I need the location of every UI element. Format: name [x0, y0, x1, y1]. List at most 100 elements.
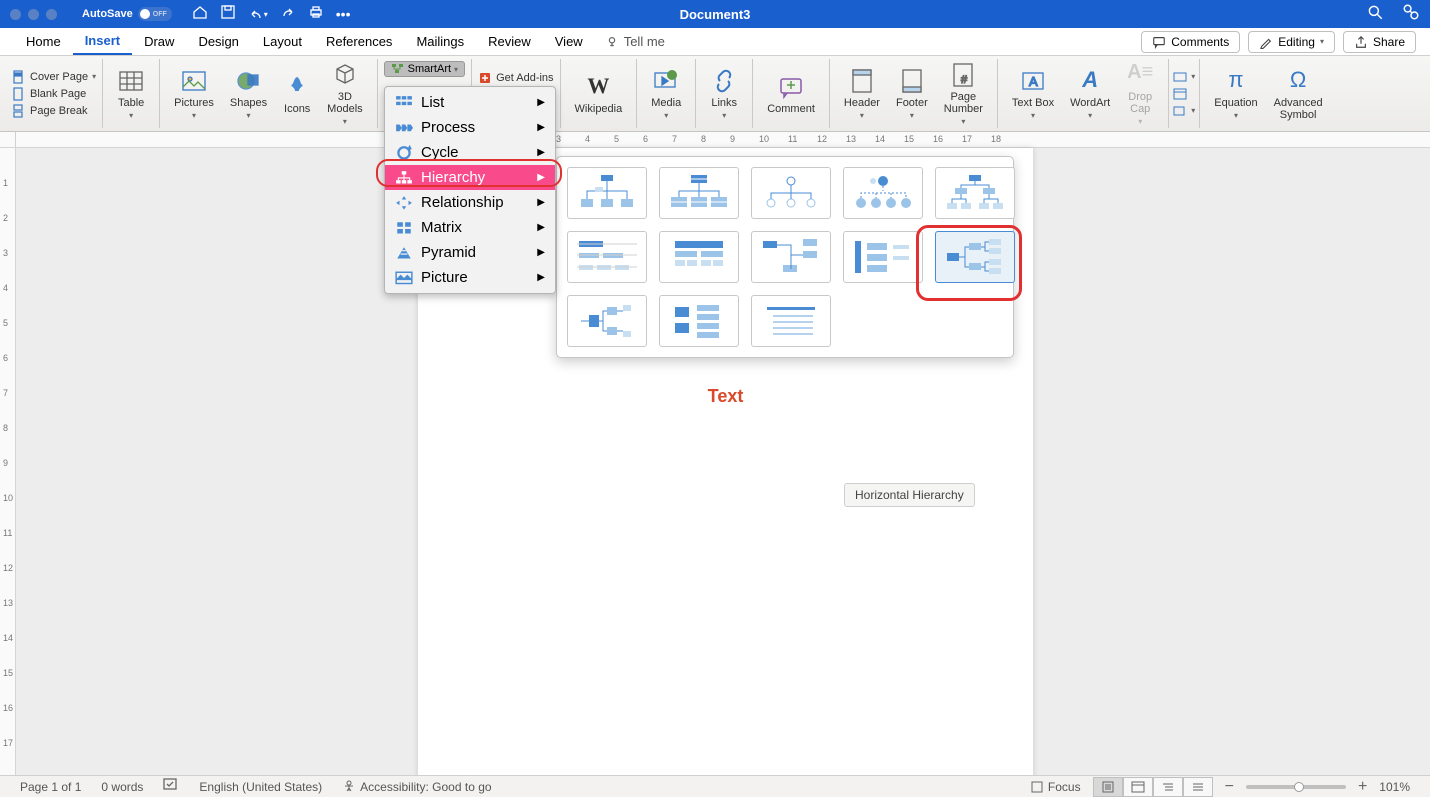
zoom-level[interactable]: 101%	[1379, 780, 1410, 794]
vertical-ruler[interactable]: 123 456 789 101112 131415 1617	[0, 148, 16, 775]
get-addins-button[interactable]: Get Add-ins	[478, 71, 553, 85]
gallery-table-hierarchy[interactable]	[659, 231, 739, 283]
menu-hierarchy[interactable]: Hierarchy▶	[385, 165, 555, 190]
status-bar: Page 1 of 1 0 words English (United Stat…	[0, 775, 1430, 797]
gallery-labeled-hierarchy[interactable]	[567, 231, 647, 283]
symbol-button[interactable]: ΩAdvanced Symbol	[1266, 65, 1331, 123]
tab-review[interactable]: Review	[476, 28, 543, 55]
icons-button[interactable]: Icons	[275, 59, 319, 128]
save-icon[interactable]	[220, 4, 236, 25]
links-button[interactable]: Links▾	[702, 65, 746, 122]
gallery-horizontal-org-chart[interactable]	[751, 231, 831, 283]
outline-view[interactable]	[1153, 777, 1183, 797]
process-icon	[395, 120, 413, 136]
tab-design[interactable]: Design	[186, 28, 250, 55]
gallery-horizontal-labeled-hierarchy[interactable]	[567, 295, 647, 347]
wikipedia-button[interactable]: WWikipedia	[567, 71, 631, 117]
maximize-window-button[interactable]	[46, 9, 57, 20]
tab-home[interactable]: Home	[14, 28, 73, 55]
page-number-button[interactable]: #Page Number▾	[936, 59, 991, 128]
pyramid-icon	[395, 245, 413, 261]
date-time-button[interactable]	[1173, 87, 1187, 101]
comment-button[interactable]: Comment	[759, 71, 823, 117]
language-status[interactable]: English (United States)	[199, 780, 322, 794]
footer-button[interactable]: Footer▾	[888, 59, 936, 128]
zoom-in-button[interactable]: +	[1358, 778, 1367, 796]
hierarchy-gallery	[556, 156, 1014, 358]
gallery-organization-chart[interactable]	[567, 167, 647, 219]
zoom-out-button[interactable]: −	[1225, 778, 1234, 796]
ribbon: Cover Page▾ Blank Page Page Break Table▾…	[0, 56, 1430, 132]
3d-models-button[interactable]: 3D Models▾	[319, 59, 370, 128]
text-box-button[interactable]: AText Box▾	[1004, 59, 1062, 128]
ribbon-tabs: Home Insert Draw Design Layout Reference…	[0, 28, 1430, 56]
menu-cycle[interactable]: Cycle▶	[385, 140, 555, 165]
tab-mailings[interactable]: Mailings	[404, 28, 476, 55]
minimize-window-button[interactable]	[28, 9, 39, 20]
window-controls	[10, 9, 57, 20]
blank-page-button[interactable]: Blank Page	[12, 87, 86, 101]
gallery-half-circle-org[interactable]	[751, 167, 831, 219]
gallery-circle-picture-hierarchy[interactable]	[843, 167, 923, 219]
comments-button[interactable]: Comments	[1141, 31, 1240, 53]
smartart-button[interactable]: SmartArt▾	[384, 61, 465, 77]
page-status[interactable]: Page 1 of 1	[20, 780, 81, 794]
accessibility-status[interactable]: Accessibility: Good to go	[342, 780, 491, 794]
smartart-menu: List▶ Process▶ Cycle▶ Hierarchy▶ Relatio…	[384, 86, 556, 294]
tell-me-search[interactable]: Tell me	[605, 34, 665, 49]
cycle-icon	[395, 145, 413, 161]
header-button[interactable]: Header▾	[836, 59, 888, 128]
menu-relationship[interactable]: Relationship▶	[385, 190, 555, 215]
equation-button[interactable]: πEquation▾	[1206, 65, 1265, 123]
media-button[interactable]: Media▾	[643, 65, 689, 122]
page-break-button[interactable]: Page Break	[12, 104, 87, 118]
word-count[interactable]: 0 words	[101, 780, 143, 794]
picture-icon	[395, 270, 413, 286]
menu-matrix[interactable]: Matrix▶	[385, 215, 555, 240]
search-icon[interactable]	[1366, 3, 1384, 26]
spell-check-icon[interactable]	[163, 778, 179, 795]
table-button[interactable]: Table▾	[109, 65, 153, 122]
gallery-horizontal-hierarchy[interactable]	[935, 231, 1015, 283]
gallery-name-title-org[interactable]	[659, 167, 739, 219]
editing-button[interactable]: Editing▾	[1248, 31, 1335, 53]
autosave-toggle[interactable]: AutoSave OFF	[82, 7, 172, 21]
horizontal-ruler[interactable]: 3456789101112131415161718	[0, 132, 1430, 148]
print-icon[interactable]	[308, 4, 324, 25]
tab-layout[interactable]: Layout	[251, 28, 314, 55]
gallery-horizontal-multi-level[interactable]	[843, 231, 923, 283]
undo-icon[interactable]: ▾	[248, 6, 268, 22]
object-button[interactable]: ▾	[1173, 104, 1195, 118]
title-bar: AutoSave OFF ▾ ••• Document3	[0, 0, 1430, 28]
web-layout-view[interactable]	[1123, 777, 1153, 797]
gallery-lined-list[interactable]	[751, 295, 831, 347]
tab-insert[interactable]: Insert	[73, 28, 132, 55]
signature-line-button[interactable]: ▾	[1173, 70, 1195, 84]
tab-draw[interactable]: Draw	[132, 28, 186, 55]
close-window-button[interactable]	[10, 9, 21, 20]
menu-list[interactable]: List▶	[385, 90, 555, 115]
wordart-button[interactable]: AWordArt▾	[1062, 59, 1118, 128]
more-icon[interactable]: •••	[336, 6, 351, 22]
autosave-state: OFF	[153, 11, 167, 18]
cover-page-button[interactable]: Cover Page▾	[12, 70, 96, 84]
profile-icon[interactable]	[1402, 3, 1420, 26]
print-layout-view[interactable]	[1093, 777, 1123, 797]
focus-button[interactable]: Focus	[1030, 780, 1081, 794]
menu-process[interactable]: Process▶	[385, 115, 555, 140]
autosave-label: AutoSave	[82, 8, 133, 20]
tab-view[interactable]: View	[543, 28, 595, 55]
menu-picture[interactable]: Picture▶	[385, 265, 555, 290]
draft-view[interactable]	[1183, 777, 1213, 797]
tab-references[interactable]: References	[314, 28, 404, 55]
menu-pyramid[interactable]: Pyramid▶	[385, 240, 555, 265]
shapes-button[interactable]: Shapes▾	[222, 59, 275, 128]
hierarchy-icon	[395, 170, 413, 186]
redo-icon[interactable]	[280, 4, 296, 25]
share-button[interactable]: Share	[1343, 31, 1416, 53]
gallery-hierarchy[interactable]	[935, 167, 1015, 219]
gallery-hierarchy-list[interactable]	[659, 295, 739, 347]
pictures-button[interactable]: Pictures▾	[166, 59, 222, 128]
home-icon[interactable]	[192, 4, 208, 25]
zoom-slider[interactable]	[1246, 785, 1346, 789]
